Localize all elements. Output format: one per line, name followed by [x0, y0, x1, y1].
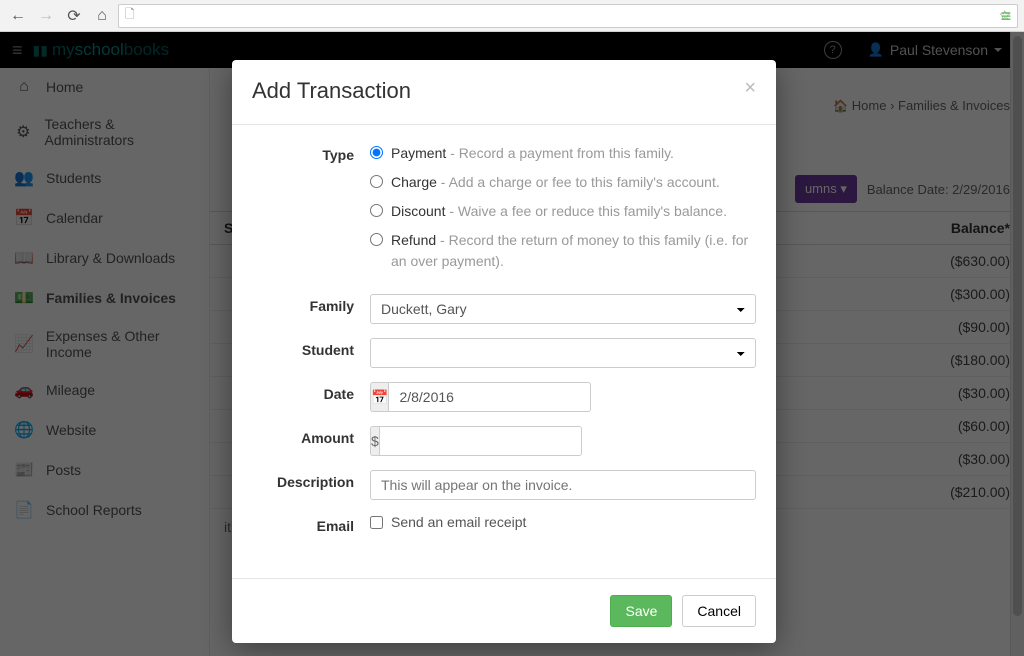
browser-menu-button[interactable]: ≡	[994, 0, 1018, 32]
type-option-refund[interactable]: Refund - Record the return of money to t…	[370, 230, 756, 272]
radio-charge[interactable]	[370, 175, 383, 188]
type-option-name: Discount	[391, 203, 445, 219]
description-label: Description	[252, 470, 370, 500]
forward-button[interactable]: →	[34, 4, 58, 28]
type-label: Type	[252, 143, 370, 280]
email-receipt-checkbox[interactable]	[370, 516, 383, 529]
type-option-name: Charge	[391, 174, 437, 190]
date-input[interactable]	[388, 382, 591, 412]
type-option-desc: - Waive a fee or reduce this family's ba…	[445, 203, 727, 219]
radio-discount[interactable]	[370, 204, 383, 217]
email-receipt-checkbox-row[interactable]: Send an email receipt	[370, 514, 756, 530]
email-receipt-label: Send an email receipt	[391, 514, 526, 530]
family-select[interactable]: Duckett, Gary	[370, 294, 756, 324]
email-label: Email	[252, 514, 370, 534]
family-label: Family	[252, 294, 370, 324]
date-label: Date	[252, 382, 370, 412]
type-option-name: Refund	[391, 232, 436, 248]
currency-prefix: $	[370, 426, 379, 456]
back-button[interactable]: ←	[6, 4, 30, 28]
student-select[interactable]	[370, 338, 756, 368]
browser-toolbar: ← → ⟳ ⌂ 🗋 ☆	[0, 0, 1024, 32]
student-label: Student	[252, 338, 370, 368]
type-option-name: Payment	[391, 145, 446, 161]
description-input[interactable]	[370, 470, 756, 500]
modal-close-button[interactable]: ×	[744, 78, 756, 98]
amount-input[interactable]	[379, 426, 582, 456]
type-option-discount[interactable]: Discount - Waive a fee or reduce this fa…	[370, 201, 756, 222]
amount-label: Amount	[252, 426, 370, 456]
type-option-desc: - Record a payment from this family.	[446, 145, 674, 161]
page-icon: 🗋	[125, 5, 135, 26]
type-option-desc: - Add a charge or fee to this family's a…	[437, 174, 720, 190]
type-option-desc: - Record the return of money to this fam…	[391, 232, 748, 269]
save-button[interactable]: Save	[610, 595, 672, 627]
reload-button[interactable]: ⟳	[62, 4, 86, 28]
type-option-payment[interactable]: Payment - Record a payment from this fam…	[370, 143, 756, 164]
cancel-button[interactable]: Cancel	[682, 595, 756, 627]
modal-title: Add Transaction	[252, 78, 411, 104]
radio-payment[interactable]	[370, 146, 383, 159]
home-button[interactable]: ⌂	[90, 4, 114, 28]
calendar-icon[interactable]: 📅	[370, 382, 388, 412]
url-bar[interactable]: 🗋 ☆	[118, 4, 1018, 28]
add-transaction-modal: Add Transaction × Type Payment - Record …	[232, 60, 776, 643]
radio-refund[interactable]	[370, 233, 383, 246]
type-option-charge[interactable]: Charge - Add a charge or fee to this fam…	[370, 172, 756, 193]
